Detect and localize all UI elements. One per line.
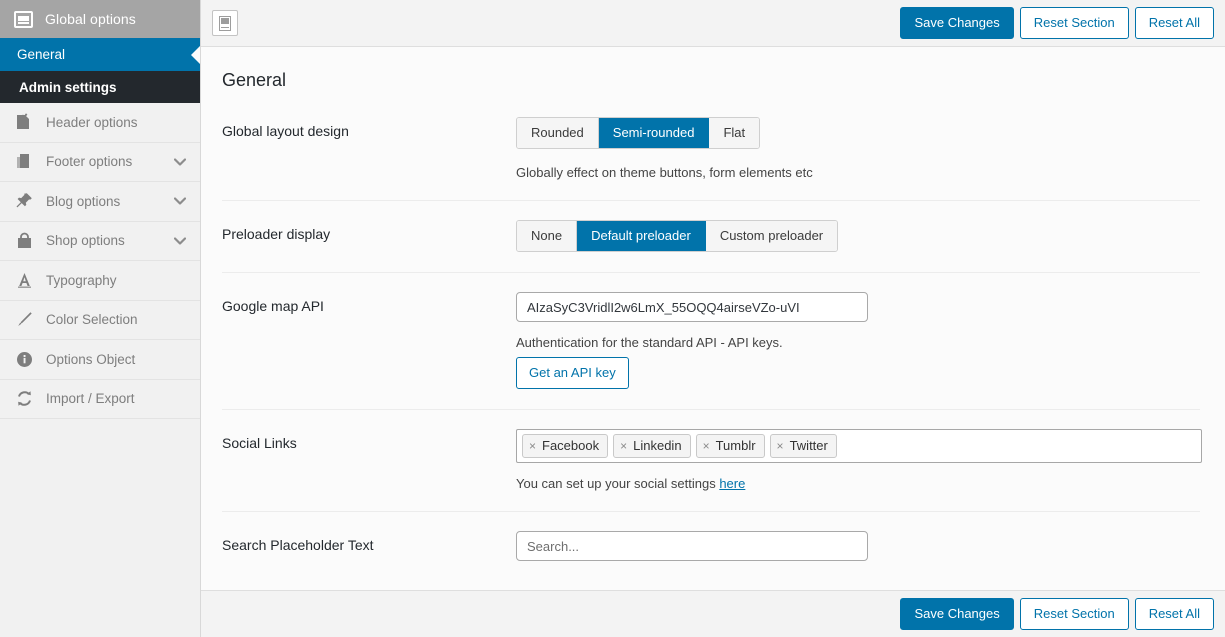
sidebar-item-header-options-label: Header options <box>46 114 138 130</box>
social-tag-twitter-label: Twitter <box>789 438 828 453</box>
social-tag-tumblr[interactable]: × Tumblr <box>695 434 765 458</box>
layout-option-flat[interactable]: Flat <box>709 118 760 148</box>
sidebar-item-general[interactable]: General <box>0 38 200 71</box>
sidebar-item-import-export[interactable]: Import / Export <box>0 379 200 419</box>
social-tag-tumblr-label: Tumblr <box>715 438 756 453</box>
field-control-search-placeholder-text <box>516 531 1200 561</box>
sidebar-item-options-object-label: Options Object <box>46 351 136 367</box>
sidebar-item-blog-options-label: Blog options <box>46 193 121 209</box>
bottom-toolbar: Save Changes Reset Section Reset All <box>201 590 1225 637</box>
page-title: General <box>222 70 287 90</box>
field-label-global-layout-design: Global layout design <box>222 123 349 139</box>
remove-tag-icon[interactable]: × <box>703 440 710 452</box>
sidebar-item-shop-options-label: Shop options <box>46 233 125 249</box>
sidebar-item-header-options[interactable]: Header options <box>0 103 200 143</box>
social-tag-facebook[interactable]: × Facebook <box>522 434 609 458</box>
save-changes-button-bottom[interactable]: Save Changes <box>900 598 1014 630</box>
layout-option-semi-rounded[interactable]: Semi-rounded <box>598 118 710 148</box>
paintbrush-icon <box>14 311 34 328</box>
chevron-down-icon[interactable] <box>173 237 187 245</box>
chevron-down-icon[interactable] <box>173 197 187 205</box>
field-global-layout-design: Global layout design Rounded Semi-rounde… <box>222 95 1200 200</box>
reset-section-button-bottom[interactable]: Reset Section <box>1019 598 1129 630</box>
options-panel-app: Global options General Admin settings He… <box>0 0 1225 637</box>
field-control-google-map-api: Authentication for the standard API - AP… <box>516 292 1200 389</box>
sidebar: Global options General Admin settings He… <box>0 0 201 637</box>
social-tag-linkedin[interactable]: × Linkedin <box>613 434 691 458</box>
preloader-option-none[interactable]: None <box>517 221 578 251</box>
layout-design-help-text: Globally effect on theme buttons, form e… <box>516 165 813 180</box>
social-tag-linkedin-label: Linkedin <box>633 438 682 453</box>
save-changes-button-top[interactable]: Save Changes <box>900 7 1014 39</box>
search-placeholder-input[interactable] <box>516 531 868 561</box>
field-label-preloader-display: Preloader display <box>222 226 331 242</box>
sidebar-header: Global options <box>0 0 200 38</box>
sidebar-item-footer-options[interactable]: Footer options <box>0 142 200 182</box>
global-options-icon <box>14 10 33 28</box>
remove-tag-icon[interactable]: × <box>620 440 627 452</box>
copy-pages-icon <box>14 153 34 171</box>
preloader-option-default[interactable]: Default preloader <box>577 221 706 251</box>
social-links-help-prefix: You can set up your social settings <box>516 476 720 491</box>
expand-panel-button[interactable] <box>212 10 238 36</box>
settings-content: General Global layout design Rounded Sem… <box>201 47 1225 590</box>
field-label-search-placeholder-text: Search Placeholder Text <box>222 537 374 553</box>
social-links-tag-input[interactable]: × Facebook × Linkedin × Tumblr × Twitter <box>516 429 1202 463</box>
sidebar-item-footer-options-label: Footer options <box>46 154 133 170</box>
reset-all-button-bottom[interactable]: Reset All <box>1134 598 1214 630</box>
get-api-key-button[interactable]: Get an API key <box>516 357 629 389</box>
sidebar-item-shop-options[interactable]: Shop options <box>0 221 200 261</box>
pushpin-icon <box>14 192 34 210</box>
sidebar-item-options-object[interactable]: Options Object <box>0 340 200 380</box>
field-search-placeholder-text: Search Placeholder Text <box>222 511 1200 581</box>
reset-all-button-top[interactable]: Reset All <box>1134 7 1214 39</box>
social-tag-twitter[interactable]: × Twitter <box>769 434 837 458</box>
main-panel: Save Changes Reset Section Reset All Gen… <box>201 0 1225 637</box>
sidebar-subitem-admin-settings-label: Admin settings <box>19 79 117 95</box>
google-map-api-help-text: Authentication for the standard API - AP… <box>516 335 783 350</box>
refresh-arrows-icon <box>14 390 34 407</box>
sidebar-item-typography-label: Typography <box>46 272 117 288</box>
sidebar-item-general-label: General <box>17 47 66 62</box>
sidebar-item-color-selection-label: Color Selection <box>46 312 138 328</box>
remove-tag-icon[interactable]: × <box>529 440 536 452</box>
info-circle-icon <box>14 351 34 368</box>
field-control-social-links: × Facebook × Linkedin × Tumblr × Twitter… <box>516 429 1202 491</box>
field-label-google-map-api: Google map API <box>222 298 324 314</box>
layout-design-button-group: Rounded Semi-rounded Flat <box>516 117 761 149</box>
layout-option-rounded[interactable]: Rounded <box>517 118 599 148</box>
field-control-global-layout-design: Rounded Semi-rounded Flat Globally effec… <box>516 117 1200 180</box>
field-social-links: Social Links × Facebook × Linkedin × Tum… <box>222 409 1202 511</box>
chevron-down-icon[interactable] <box>173 158 187 166</box>
field-label-social-links: Social Links <box>222 435 297 451</box>
sidebar-item-typography[interactable]: Typography <box>0 261 200 301</box>
field-preloader-display: Preloader display None Default preloader… <box>222 200 1200 272</box>
preloader-option-custom[interactable]: Custom preloader <box>705 221 838 251</box>
google-map-api-input[interactable] <box>516 292 868 322</box>
top-toolbar: Save Changes Reset Section Reset All <box>201 0 1225 47</box>
page-pin-icon <box>14 113 34 131</box>
sidebar-subitem-admin-settings[interactable]: Admin settings <box>0 71 200 103</box>
remove-tag-icon[interactable]: × <box>777 440 784 452</box>
shopping-bag-icon <box>14 232 34 249</box>
expand-panel-icon <box>219 15 231 31</box>
social-tag-facebook-label: Facebook <box>542 438 600 453</box>
field-control-preloader-display: None Default preloader Custom preloader <box>516 220 1200 252</box>
field-google-map-api: Google map API Authentication for the st… <box>222 272 1200 409</box>
sidebar-item-color-selection[interactable]: Color Selection <box>0 300 200 340</box>
top-toolbar-actions: Save Changes Reset Section Reset All <box>900 7 1214 39</box>
sidebar-header-title: Global options <box>45 11 136 27</box>
social-links-help-text: You can set up your social settings here <box>516 476 1200 491</box>
social-settings-link[interactable]: here <box>719 476 745 491</box>
letter-a-icon <box>14 272 34 289</box>
preloader-button-group: None Default preloader Custom preloader <box>516 220 839 252</box>
reset-section-button-top[interactable]: Reset Section <box>1019 7 1129 39</box>
sidebar-item-blog-options[interactable]: Blog options <box>0 182 200 222</box>
sidebar-item-import-export-label: Import / Export <box>46 391 135 407</box>
